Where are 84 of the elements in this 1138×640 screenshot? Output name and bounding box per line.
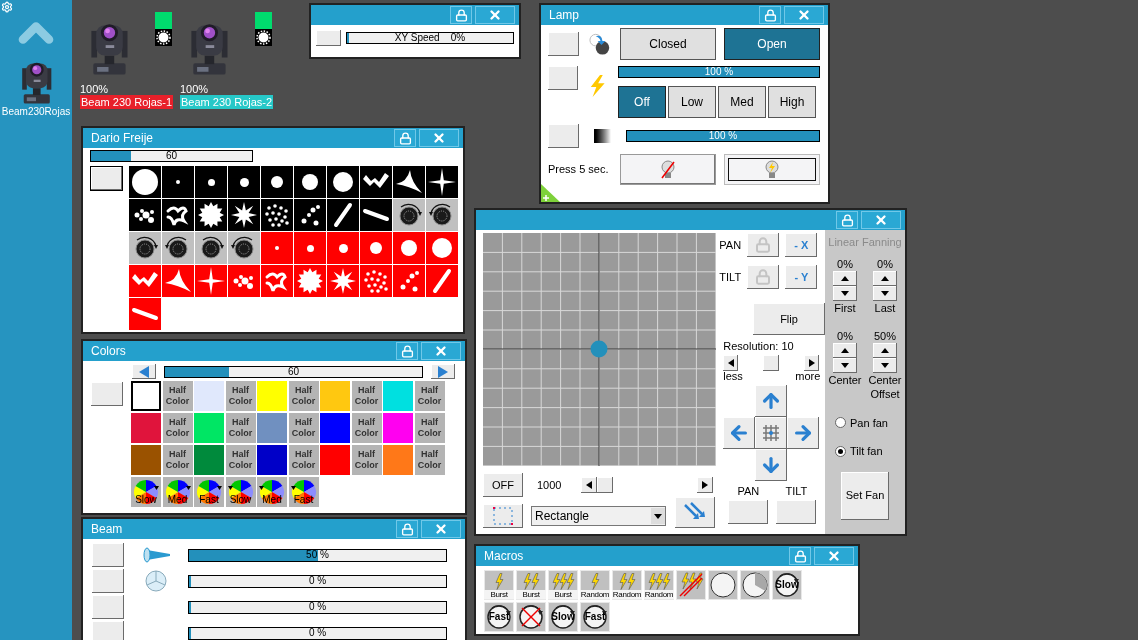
half-color-button[interactable]: Half Color <box>351 445 382 475</box>
fan-value: 0% <box>877 256 893 271</box>
half-color-button[interactable]: Half Color <box>162 445 193 475</box>
tilt-label: TILT <box>719 269 742 285</box>
color-cycle-button[interactable]: Med <box>257 477 287 507</box>
slider-track[interactable]: 50 % <box>188 548 447 562</box>
fan-value: 0% <box>837 256 853 271</box>
slider-track[interactable]: 0 % <box>188 626 447 640</box>
slider-track[interactable]: 100 % <box>626 130 820 142</box>
strobe-button[interactable]: Off <box>618 86 666 118</box>
invert-y-button[interactable]: - Y <box>785 265 818 289</box>
slider-track[interactable]: 100 % <box>618 66 820 78</box>
pan-label: PAN <box>719 237 742 253</box>
half-color-button[interactable]: Half Color <box>351 413 382 443</box>
hint-text: Press 5 sec. <box>548 162 610 178</box>
window-title: Lamp <box>549 9 580 21</box>
macro-button[interactable]: Random <box>644 570 674 600</box>
strobe-button[interactable]: Med <box>718 86 766 118</box>
half-color-button[interactable]: Half Color <box>162 381 193 411</box>
shutter-button[interactable]: Closed <box>620 28 716 60</box>
slider-track[interactable]: 60 <box>164 365 423 378</box>
slider-track[interactable]: 0 % <box>188 574 447 588</box>
slider-value: 0 % <box>308 575 327 586</box>
macro-button[interactable]: Burst <box>548 570 578 600</box>
macro-button[interactable]: Burst <box>516 570 546 600</box>
fixture-name[interactable]: Beam 230 Rojas-1 <box>80 95 174 109</box>
half-color-button[interactable]: Half Color <box>162 413 193 443</box>
color-cycle-button[interactable]: Med <box>162 477 193 507</box>
field-label: PAN <box>737 486 760 497</box>
strobe-button[interactable]: Low <box>668 86 716 118</box>
window-title: Beam <box>91 523 123 535</box>
macro-button[interactable]: Burst <box>484 570 514 600</box>
fan-mode-radio[interactable]: Pan fan <box>835 414 888 431</box>
invert-x-button[interactable]: - X <box>785 233 818 257</box>
half-color-button[interactable]: Half Color <box>288 413 319 443</box>
slider-value: 100 % <box>708 131 738 141</box>
half-color-button[interactable]: Half Color <box>288 381 319 411</box>
flip-button[interactable]: Flip <box>753 303 825 335</box>
off-button[interactable]: OFF <box>483 473 523 497</box>
color-cycle-button[interactable]: Slow <box>225 477 256 507</box>
fan-value: 50% <box>874 328 896 343</box>
fixture-level: 100% <box>80 84 110 95</box>
slider-value: 60 <box>287 366 300 377</box>
half-color-button[interactable]: Half Color <box>225 381 256 411</box>
half-color-button[interactable]: Half Color <box>414 413 445 443</box>
slider-value: 0 % <box>308 627 327 638</box>
fan-label: First <box>833 300 857 315</box>
shape-dropdown[interactable]: Rectangle <box>531 506 666 526</box>
half-color-button[interactable]: Half Color <box>351 381 382 411</box>
fan-label: Last <box>873 300 897 315</box>
fan-label: Center Offset <box>867 372 903 401</box>
slider-value: 60 <box>165 151 178 161</box>
color-cycle-button[interactable]: Fast <box>194 477 224 507</box>
macro-button[interactable]: Random <box>580 570 610 600</box>
fan-mode-radio[interactable]: Tilt fan <box>835 443 888 460</box>
half-color-button[interactable]: Half Color <box>288 445 319 475</box>
set-fan-button[interactable]: Set Fan <box>841 471 889 520</box>
slider-value: 100 % <box>704 67 734 77</box>
fixture-level: 100% <box>180 84 210 95</box>
half-color-button[interactable]: Half Color <box>225 445 256 475</box>
field-label: TILT <box>785 486 808 497</box>
more-label: more <box>795 371 821 382</box>
speed-value: 1000 <box>537 477 563 493</box>
fan-label: Center <box>827 372 863 387</box>
window-title: Macros <box>484 550 524 562</box>
fanning-title: Linear Fanning <box>828 235 902 250</box>
slider-track[interactable]: 0 % <box>188 600 447 614</box>
half-color-button[interactable]: Half Color <box>414 381 445 411</box>
shutter-button[interactable]: Open <box>724 28 820 60</box>
fan-value: 0% <box>837 328 853 343</box>
macro-button[interactable]: Random <box>612 570 642 600</box>
slider-value: 50 % <box>306 549 329 560</box>
window-title: Colors <box>91 345 126 357</box>
slider-value: 0 % <box>308 601 327 612</box>
color-cycle-button[interactable]: Fast <box>288 477 319 507</box>
resolution-label: Resolution: 10 <box>723 341 795 352</box>
window-title: Dario Freije <box>91 132 153 144</box>
slider-value: XY Speed 0% <box>394 33 466 43</box>
strobe-button[interactable]: High <box>768 86 816 118</box>
slider-track[interactable]: 60 <box>90 150 253 162</box>
half-color-button[interactable]: Half Color <box>225 413 256 443</box>
slider-track[interactable]: XY Speed 0% <box>346 32 514 44</box>
less-label: less <box>723 371 743 382</box>
half-color-button[interactable]: Half Color <box>414 445 445 475</box>
